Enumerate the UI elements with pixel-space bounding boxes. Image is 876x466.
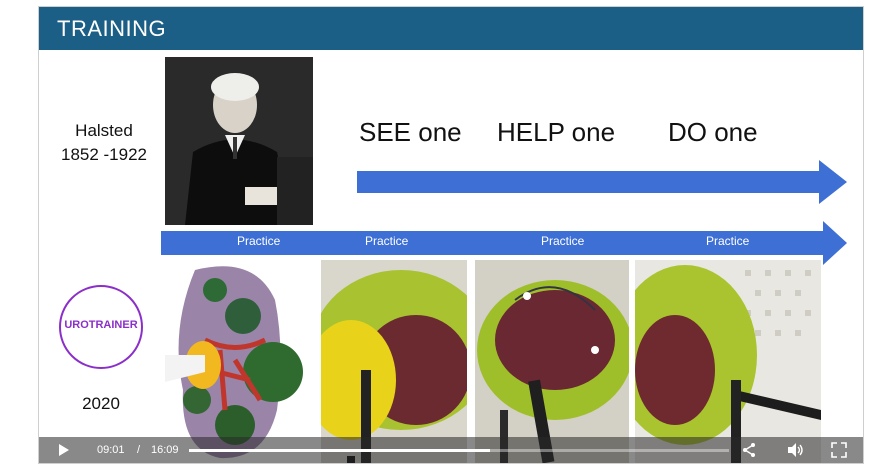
practice-image-1	[321, 260, 467, 463]
halsted-years: 1852 -1922	[60, 145, 148, 164]
current-time: 09:01	[97, 444, 125, 456]
practice-label-1: Practice	[237, 234, 281, 248]
practice-label-4: Practice	[706, 234, 750, 248]
volume-button[interactable]	[787, 442, 805, 463]
step-help-one: HELP one	[497, 117, 616, 147]
halsted-portrait	[165, 57, 313, 225]
halsted-caption: Halsted 1852 -1922	[49, 119, 159, 167]
logo-text: UROTRAINER	[64, 319, 138, 331]
practice-label-2: Practice	[365, 234, 409, 248]
practice-image-2	[475, 260, 629, 463]
fullscreen-button[interactable]	[831, 442, 847, 463]
video-controls: 09:01 / 16:09	[39, 437, 863, 463]
time-separator: /	[137, 444, 141, 456]
step-see-one: SEE one	[359, 117, 462, 147]
fullscreen-icon	[831, 442, 847, 458]
slide-title: TRAINING	[57, 16, 167, 41]
urotrainer-logo: UROTRAINER	[59, 285, 143, 369]
seek-bar-fill	[189, 449, 491, 452]
kidney-model-render	[165, 260, 317, 463]
timeline-arrow-top	[357, 160, 847, 204]
share-button[interactable]	[741, 442, 757, 463]
year-label: 2020	[82, 394, 120, 413]
duration: 16:09	[151, 444, 179, 456]
practice-image-3	[635, 260, 821, 463]
video-frame[interactable]: TRAINING Halsted 1852 -1922 SEE one HELP…	[38, 6, 864, 464]
volume-icon	[788, 443, 803, 457]
share-icon	[743, 443, 755, 457]
play-icon	[59, 444, 69, 456]
slide-title-bar: TRAINING	[39, 7, 863, 50]
halsted-name: Halsted	[75, 121, 133, 140]
seek-bar[interactable]	[189, 449, 729, 452]
play-button[interactable]	[57, 442, 71, 463]
practice-label-3: Practice	[541, 234, 585, 248]
step-do-one: DO one	[668, 117, 758, 147]
